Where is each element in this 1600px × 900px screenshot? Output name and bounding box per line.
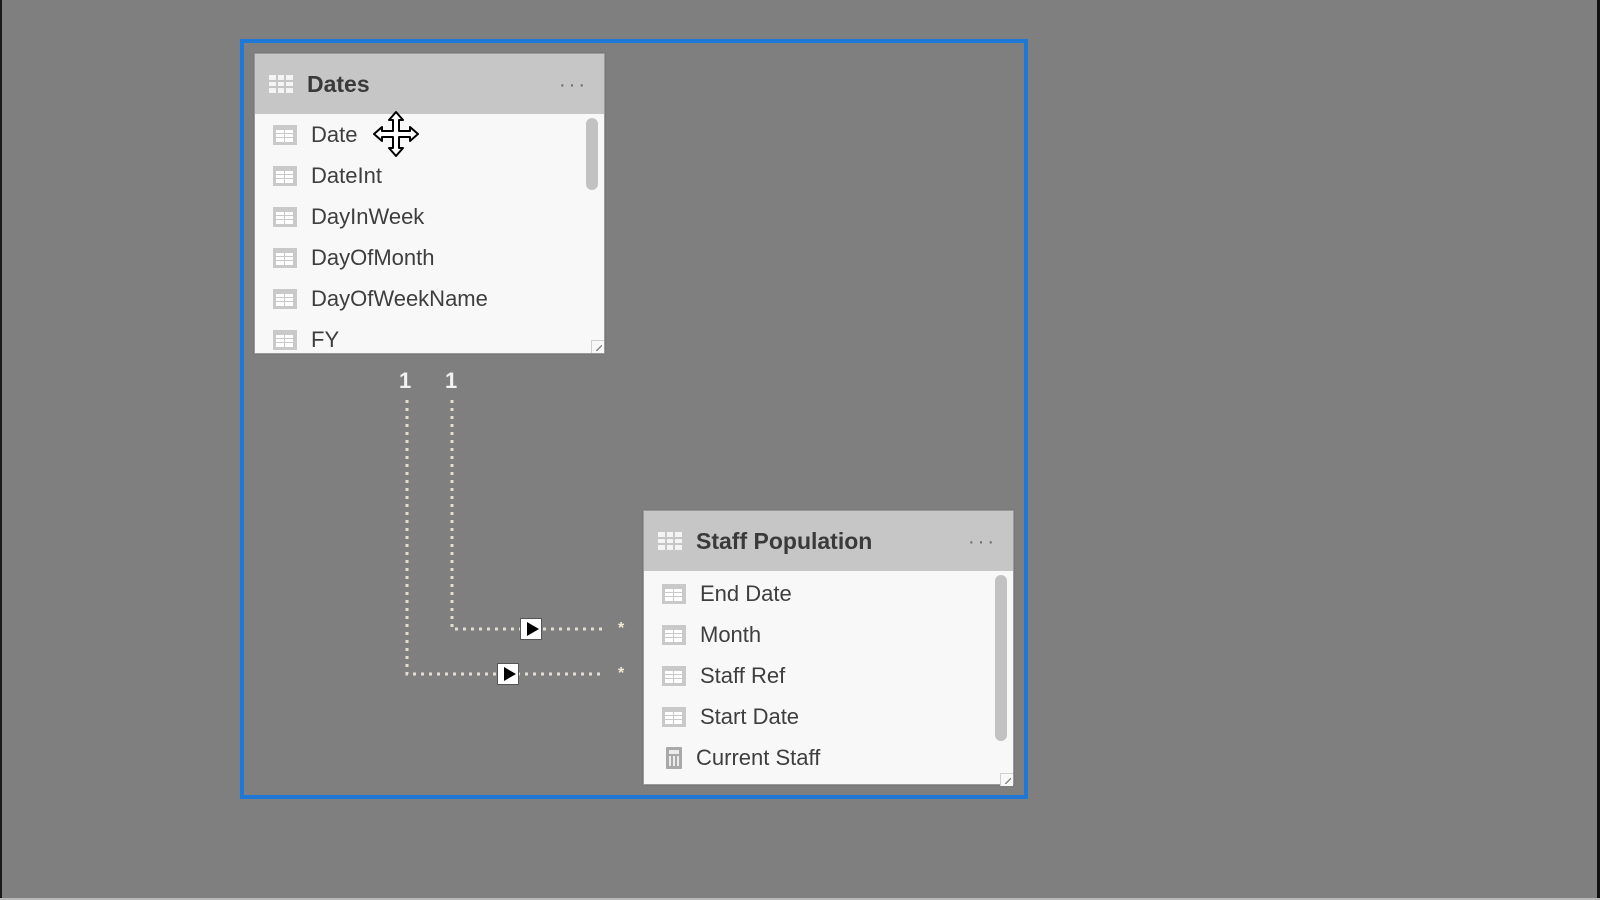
field-item[interactable]: FY <box>255 319 604 353</box>
field-label: Current Staff <box>696 744 821 770</box>
window-left-edge <box>0 0 2 900</box>
field-label: FY <box>311 326 340 352</box>
field-label: DayOfWeekName <box>311 285 488 311</box>
field-item[interactable]: DateInt <box>255 155 604 196</box>
table-card-staff-population[interactable]: Staff Population ··· End Date Month Staf… <box>643 510 1014 786</box>
field-label: DateInt <box>311 162 382 188</box>
field-item[interactable]: Staff Ref <box>644 655 1013 696</box>
table-icon <box>658 532 682 550</box>
table-card-header[interactable]: Staff Population ··· <box>644 511 1013 571</box>
field-item[interactable]: Date <box>255 114 604 155</box>
field-item[interactable]: Month <box>644 614 1013 655</box>
field-item[interactable]: DayInWeek <box>255 196 604 237</box>
field-label: End Date <box>700 580 792 606</box>
field-item[interactable]: DayOfWeekName <box>255 278 604 319</box>
resize-handle-icon[interactable] <box>591 340 604 353</box>
field-label: Date <box>311 121 358 147</box>
more-options-icon[interactable]: ··· <box>559 74 588 97</box>
table-card-dates[interactable]: Dates ··· Date DateInt DayInWeek DayOfMo… <box>254 53 605 354</box>
field-label: Staff Ref <box>700 662 786 688</box>
relationship-1-one-label: 1 <box>399 368 412 393</box>
table-title: Staff Population <box>696 527 873 554</box>
column-icon <box>273 124 297 145</box>
field-label: DayInWeek <box>311 203 425 229</box>
relationship-2-many-label: * <box>618 620 625 637</box>
relationship-2-one-label: 1 <box>445 368 458 393</box>
resize-handle-icon[interactable] <box>1000 773 1013 786</box>
column-icon <box>273 247 297 268</box>
field-label: Start Date <box>700 703 800 729</box>
column-icon <box>273 288 297 309</box>
field-item[interactable]: Current Staff <box>644 737 1013 778</box>
field-list: End Date Month Staff Ref Start Date Curr… <box>644 571 1013 786</box>
field-item[interactable]: Start Date <box>644 696 1013 737</box>
field-label: Month <box>700 621 762 647</box>
field-label: DayOfMonth <box>311 244 435 270</box>
table-icon <box>269 75 293 93</box>
filter-direction-arrow-icon[interactable] <box>497 663 519 685</box>
column-icon <box>662 706 686 727</box>
column-icon <box>273 329 297 350</box>
table-card-header[interactable]: Dates ··· <box>255 54 604 114</box>
field-item[interactable]: End Date <box>644 573 1013 614</box>
more-options-icon[interactable]: ··· <box>968 531 997 554</box>
column-icon <box>273 206 297 227</box>
vertical-scrollbar[interactable] <box>586 118 598 190</box>
column-icon <box>662 583 686 604</box>
filter-direction-arrow-icon[interactable] <box>520 618 542 640</box>
field-item[interactable]: DayOfMonth <box>255 237 604 278</box>
vertical-scrollbar[interactable] <box>995 575 1007 741</box>
table-title: Dates <box>307 70 370 97</box>
field-list: Date DateInt DayInWeek DayOfMonth DayOfW… <box>255 114 604 353</box>
relationship-1-many-label: * <box>618 665 625 682</box>
column-icon <box>662 665 686 686</box>
column-icon <box>662 624 686 645</box>
column-icon <box>273 165 297 186</box>
calculator-icon <box>666 746 682 769</box>
